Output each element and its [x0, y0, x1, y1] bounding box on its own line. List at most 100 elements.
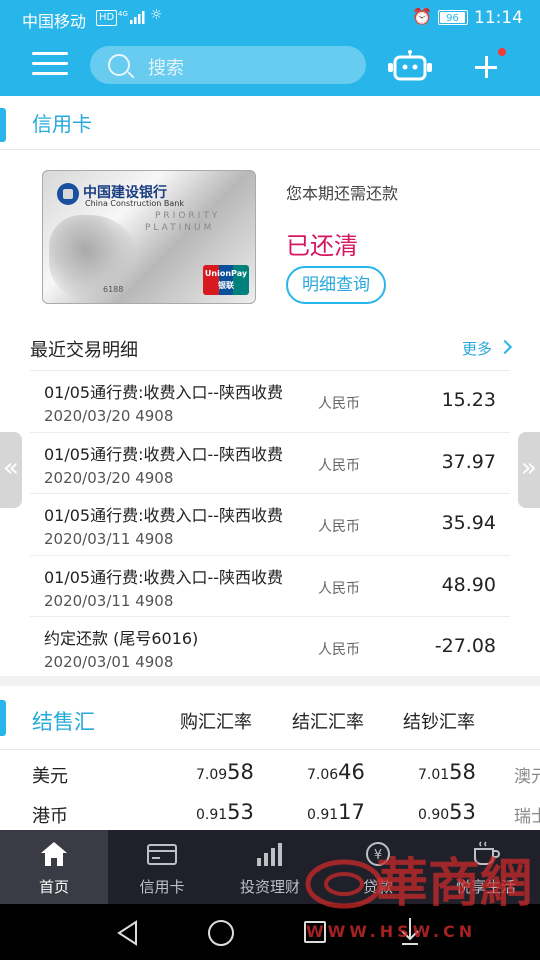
fx-title[interactable]: 结售汇	[32, 706, 95, 736]
card-tier-1: PRIORITY	[155, 211, 221, 221]
card-icon	[147, 844, 177, 865]
repayment-status: 已还清	[286, 232, 358, 260]
amount-due-label: 您本期还需还款	[286, 184, 399, 203]
svg-text:4G: 4G	[118, 10, 128, 18]
dragon-emblem	[49, 215, 139, 301]
bottom-nav: 首页 信用卡 投资理财 ¥ 贷款 悦享生活	[0, 830, 540, 904]
fx-rate-tail: 58	[227, 760, 254, 784]
transaction-row[interactable]: 01/05通行费:收费入口--陕西收费 2020/03/20 4908 人民币 …	[30, 370, 510, 432]
fx-rate-head: 0.91	[196, 807, 228, 823]
fx-rate-head: 7.09	[196, 767, 228, 783]
fx-rate: 7.0158	[418, 760, 476, 784]
nav-investment[interactable]: 投资理财	[216, 830, 324, 904]
next-card-arrow[interactable]: »	[518, 432, 540, 508]
bar-chart-icon	[257, 843, 282, 866]
chevron-right-icon[interactable]	[497, 339, 513, 355]
card-number: 6188	[103, 285, 124, 294]
signal-icon: 4G	[118, 10, 145, 24]
watermark-url: WWW.HSW.CN	[306, 922, 477, 941]
section-accent	[0, 700, 6, 736]
search-input[interactable]: 搜索	[90, 46, 366, 84]
transaction-amount: 37.97	[441, 450, 496, 473]
credit-card-title-bar: 信用卡	[0, 96, 540, 150]
plus-horizontal	[475, 66, 497, 69]
fx-col-buy: 购汇汇率	[180, 712, 252, 733]
battery-level: 96	[440, 12, 465, 24]
nav-lifestyle[interactable]: 悦享生活	[432, 830, 540, 904]
previous-card-arrow[interactable]: «	[0, 432, 22, 508]
fx-row[interactable]: 美元 7.0958 7.0646 7.0158 澳元	[0, 754, 540, 794]
fx-rate-head: 0.90	[418, 807, 450, 823]
fx-rate: 7.0958	[196, 760, 254, 784]
currency-name-cutoff: 瑞士	[514, 807, 540, 827]
svg-text:¥: ¥	[374, 848, 382, 863]
fx-rate: 7.0646	[307, 760, 365, 784]
fx-rate-tail: 53	[449, 800, 476, 824]
menu-line	[32, 62, 68, 65]
menu-button[interactable]	[32, 52, 68, 78]
transaction-date: 2020/03/11 4908	[44, 591, 174, 610]
transaction-row[interactable]: 约定还款 (尾号6016) 2020/03/01 4908 人民币 -27.08	[30, 616, 510, 678]
transaction-currency: 人民币	[318, 580, 360, 597]
fx-rate-tail: 53	[227, 800, 254, 824]
fx-header: 结售汇 购汇汇率 结汇汇率 结钞汇率	[0, 686, 540, 750]
transaction-currency: 人民币	[318, 519, 360, 535]
transaction-date: 2020/03/01 4908	[44, 653, 174, 671]
currency-name: 港币	[32, 806, 68, 827]
currency-name: 美元	[32, 766, 68, 787]
bank-card-image[interactable]: 中国建设银行 China Construction Bank PRIORITY …	[42, 170, 256, 304]
transaction-description: 01/05通行费:收费入口--陕西收费	[44, 567, 284, 587]
transaction-date: 2020/03/20 4908	[44, 468, 174, 487]
transaction-currency: 人民币	[318, 642, 360, 658]
more-link[interactable]: 更多	[462, 338, 492, 359]
nav-home[interactable]: 首页	[0, 830, 108, 904]
recent-transactions-title: 最近交易明细	[30, 340, 138, 361]
detail-query-button[interactable]: 明细查询	[286, 266, 386, 304]
card-tier-2: PLATINUM	[145, 223, 215, 233]
nav-loan[interactable]: ¥ 贷款	[324, 830, 432, 904]
transaction-description: 01/05通行费:收费入口--陕西收费	[44, 444, 284, 464]
nav-label: 首页	[38, 878, 69, 896]
menu-line	[32, 72, 68, 75]
alarm-icon: ⏰	[412, 7, 432, 26]
currency-name-cutoff: 澳元	[514, 767, 540, 787]
fx-col-cash: 结钞汇率	[403, 712, 475, 733]
battery-icon: 96	[438, 10, 468, 25]
transaction-row[interactable]: 01/05通行费:收费入口--陕西收费 2020/03/11 4908 人民币 …	[30, 493, 510, 555]
nav-label: 投资理财	[239, 878, 300, 896]
credit-card-section: 信用卡 中国建设银行 China Construction Bank PRIOR…	[0, 96, 540, 676]
carrier-name: 中国移动	[22, 12, 87, 31]
fx-rate-head: 7.01	[418, 767, 450, 783]
app-header: 搜索	[0, 36, 540, 96]
home-button-icon[interactable]	[208, 920, 234, 946]
search-icon	[108, 54, 130, 76]
fx-section: 结售汇 购汇汇率 结汇汇率 结钞汇率 美元 7.0958 7.0646 7.01…	[0, 686, 540, 832]
nav-credit-card[interactable]: 信用卡	[108, 830, 216, 904]
fx-rate-head: 7.06	[307, 767, 339, 783]
search-placeholder: 搜索	[148, 58, 184, 79]
transaction-row[interactable]: 01/05通行费:收费入口--陕西收费 2020/03/20 4908 人民币 …	[30, 431, 510, 494]
yen-coin-icon: ¥	[366, 842, 390, 866]
fx-rate-tail: 58	[449, 760, 476, 784]
transaction-date: 2020/03/11 4908	[44, 530, 174, 548]
nav-label: 贷款	[362, 878, 393, 896]
transaction-amount: 35.94	[441, 512, 496, 534]
unionpay-label-cn: 银联	[218, 281, 234, 290]
fx-rate-tail: 17	[338, 800, 365, 824]
fx-rate: 0.9117	[307, 800, 365, 824]
transaction-description: 01/05通行费:收费入口--陕西收费	[44, 383, 284, 402]
brightness-icon: ☼	[150, 7, 163, 23]
home-icon	[41, 842, 67, 866]
notification-dot	[498, 48, 506, 56]
card-bank-name-en: China Construction Bank	[85, 199, 184, 208]
transaction-row[interactable]: 01/05通行费:收费入口--陕西收费 2020/03/11 4908 人民币 …	[30, 554, 510, 617]
fx-rate: 0.9053	[418, 800, 476, 824]
status-bar: 中国移动 HD 4G ☼ ⏰ 96 11:14	[0, 0, 540, 36]
back-icon[interactable]	[116, 920, 140, 946]
fx-rate-head: 0.91	[307, 807, 339, 823]
fx-row[interactable]: 港币 0.9153 0.9117 0.9053 瑞士	[0, 794, 540, 832]
transaction-amount: 15.23	[441, 389, 496, 411]
robot-assistant-icon[interactable]	[386, 50, 434, 84]
transaction-description: 01/05通行费:收费入口--陕西收费	[44, 506, 284, 525]
fx-rate: 0.9153	[196, 800, 254, 824]
